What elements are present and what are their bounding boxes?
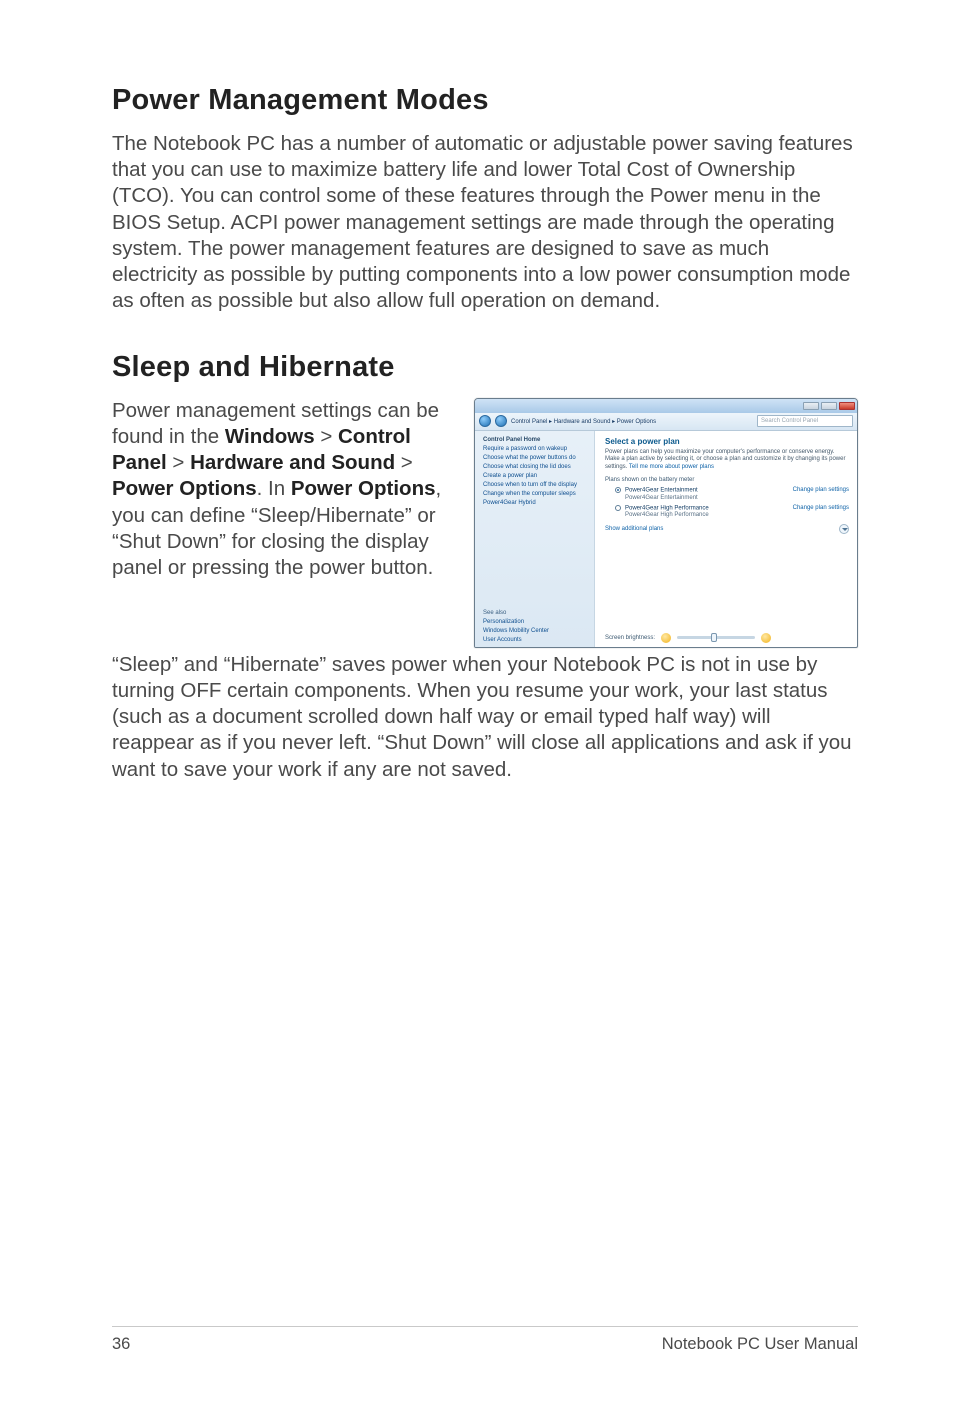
paragraph-sleep-description: “Sleep” and “Hibernate” saves power when… bbox=[112, 652, 858, 783]
plan-entertainment[interactable]: Power4Gear Entertainment Change plan set… bbox=[615, 487, 849, 494]
page-number: 36 bbox=[112, 1335, 130, 1354]
brightness-label: Screen brightness: bbox=[605, 635, 655, 641]
minimize-button[interactable] bbox=[803, 402, 819, 410]
change-plan-settings-link[interactable]: Change plan settings bbox=[793, 505, 849, 511]
sidebar-closing-lid[interactable]: Choose what closing the lid does bbox=[483, 464, 588, 470]
sidebar-home[interactable]: Control Panel Home bbox=[483, 437, 588, 443]
p2-hardware-sound: Hardware and Sound bbox=[190, 451, 395, 474]
forward-button[interactable] bbox=[495, 415, 507, 427]
sun-dim-icon bbox=[661, 633, 671, 643]
chevron-down-icon bbox=[839, 524, 849, 534]
sidebar-turn-off-display[interactable]: Choose when to turn off the display bbox=[483, 482, 588, 488]
p2-power-options-2: Power Options bbox=[291, 477, 436, 500]
breadcrumb[interactable]: Control Panel ▸ Hardware and Sound ▸ Pow… bbox=[511, 418, 656, 425]
sidebar-create-plan[interactable]: Create a power plan bbox=[483, 473, 588, 479]
close-button[interactable] bbox=[839, 402, 855, 410]
address-bar: Control Panel ▸ Hardware and Sound ▸ Pow… bbox=[475, 413, 857, 431]
sidebar-power4gear[interactable]: Power4Gear Hybrid bbox=[483, 500, 588, 506]
tell-me-more-link[interactable]: Tell me more about power plans bbox=[629, 464, 714, 470]
plan-name: Power4Gear High Performance bbox=[625, 505, 709, 511]
p2-gt1: > bbox=[315, 425, 338, 448]
p2-gt3: > bbox=[395, 451, 413, 474]
paragraph-settings-path: Power management settings can be found i… bbox=[112, 398, 460, 582]
p2-mid: . In bbox=[257, 477, 291, 500]
radio-icon[interactable] bbox=[615, 487, 621, 493]
sidebar-computer-sleeps[interactable]: Change when the computer sleeps bbox=[483, 491, 588, 497]
paragraph-intro: The Notebook PC has a number of automati… bbox=[112, 131, 858, 315]
slider-thumb[interactable] bbox=[711, 633, 717, 642]
manual-title: Notebook PC User Manual bbox=[662, 1335, 858, 1354]
power-options-window: Control Panel ▸ Hardware and Sound ▸ Pow… bbox=[474, 398, 858, 648]
window-titlebar bbox=[475, 399, 857, 413]
radio-icon[interactable] bbox=[615, 505, 621, 511]
p2-power-options-1: Power Options bbox=[112, 477, 257, 500]
main-panel: Select a power plan Power plans can help… bbox=[595, 431, 857, 647]
back-button[interactable] bbox=[479, 415, 491, 427]
change-plan-settings-link[interactable]: Change plan settings bbox=[793, 487, 849, 493]
sidebar-user-accounts[interactable]: User Accounts bbox=[483, 637, 588, 643]
main-heading: Select a power plan bbox=[605, 437, 849, 446]
sidebar-personalization[interactable]: Personalization bbox=[483, 619, 588, 625]
p2-windows: Windows bbox=[225, 425, 315, 448]
plan-high-performance-sub: Power4Gear High Performance bbox=[625, 512, 849, 518]
heading-power-management: Power Management Modes bbox=[112, 84, 858, 117]
heading-sleep-hibernate: Sleep and Hibernate bbox=[112, 351, 858, 384]
search-input[interactable]: Search Control Panel bbox=[757, 415, 853, 427]
page-footer: 36 Notebook PC User Manual bbox=[112, 1326, 858, 1354]
sidebar-require-password[interactable]: Require a password on wakeup bbox=[483, 446, 588, 452]
show-additional-plans[interactable]: Show additional plans bbox=[605, 524, 849, 534]
sidebar-see-also: See also bbox=[483, 610, 588, 616]
plans-on-meter-label: Plans shown on the battery meter bbox=[605, 477, 849, 483]
sidebar-power-buttons[interactable]: Choose what the power buttons do bbox=[483, 455, 588, 461]
main-description: Power plans can help you maximize your c… bbox=[605, 449, 849, 472]
sidebar: Control Panel Home Require a password on… bbox=[475, 431, 595, 647]
sun-bright-icon bbox=[761, 633, 771, 643]
sidebar-mobility-center[interactable]: Windows Mobility Center bbox=[483, 628, 588, 634]
brightness-slider[interactable] bbox=[677, 636, 755, 639]
show-more-label: Show additional plans bbox=[605, 526, 663, 532]
plan-entertainment-sub: Power4Gear Entertainment bbox=[625, 495, 849, 501]
p2-gt2: > bbox=[167, 451, 190, 474]
maximize-button[interactable] bbox=[821, 402, 837, 410]
plan-name: Power4Gear Entertainment bbox=[625, 488, 698, 494]
plan-high-performance[interactable]: Power4Gear High Performance Change plan … bbox=[615, 505, 849, 512]
